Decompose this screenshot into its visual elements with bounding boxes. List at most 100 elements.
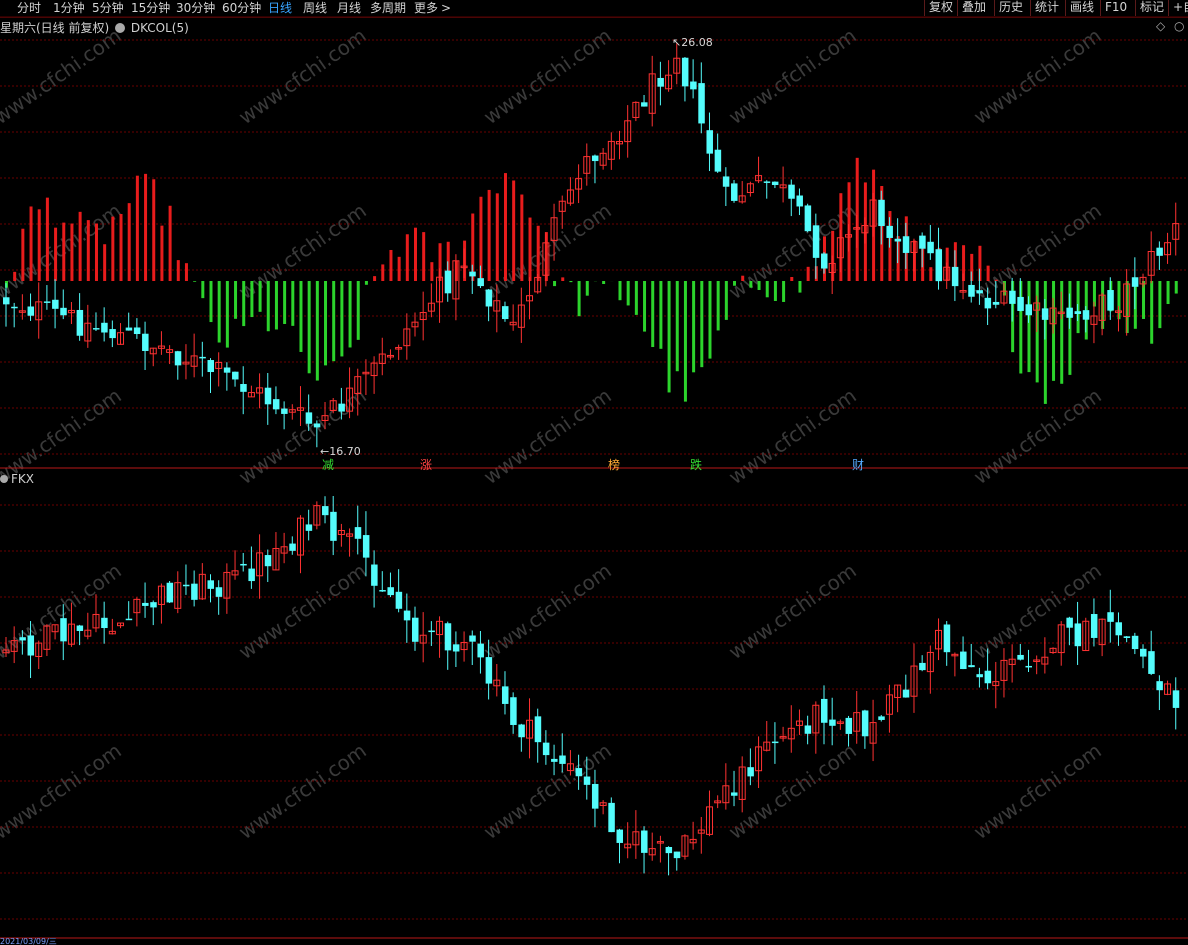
main-candle-body bbox=[305, 412, 313, 424]
fkx-candle-body bbox=[919, 662, 926, 671]
hist-bar-green bbox=[773, 281, 777, 301]
fkx-candle-body bbox=[207, 580, 214, 589]
fkx-candle-body bbox=[518, 724, 525, 738]
main-panel-title: 星期六(日线 前复权) DKCOL(5) bbox=[0, 19, 189, 36]
hist-bar-green bbox=[757, 281, 761, 290]
main-candle-body bbox=[796, 195, 803, 207]
main-candle-body bbox=[992, 301, 1000, 305]
fkx-candle-body bbox=[428, 630, 435, 633]
hist-bar-green bbox=[340, 281, 344, 357]
main-candle-body bbox=[935, 249, 943, 282]
hist-bar-red bbox=[45, 197, 49, 281]
hist-bar-green bbox=[274, 281, 278, 330]
hist-bar-red bbox=[381, 264, 385, 281]
sub-indicator-icon[interactable] bbox=[0, 475, 8, 483]
hist-bar-red bbox=[94, 223, 98, 281]
fkx-candle-body bbox=[878, 716, 885, 720]
hist-bar-red bbox=[414, 227, 417, 281]
event-marker-die[interactable]: 跌 bbox=[690, 456, 702, 473]
hist-bar-green bbox=[234, 281, 238, 319]
main-candle-body bbox=[1017, 296, 1024, 311]
watermark-text: www.cfchi.com bbox=[479, 383, 616, 489]
hist-bar-red bbox=[168, 205, 172, 281]
fkx-candle-body bbox=[330, 511, 337, 541]
main-candle-body bbox=[690, 81, 697, 90]
hist-bar-green bbox=[724, 281, 728, 320]
hist-bar-green bbox=[1027, 281, 1031, 373]
fkx-candle-body bbox=[559, 755, 566, 764]
hist-bar-red bbox=[929, 267, 933, 281]
hist-bar-green bbox=[1150, 281, 1154, 344]
main-candle-body bbox=[313, 423, 321, 428]
main-candle-body bbox=[804, 205, 812, 232]
main-candle-body bbox=[919, 235, 926, 249]
fkx-candle-body bbox=[902, 689, 910, 698]
hist-bar-green bbox=[193, 281, 197, 282]
event-marker-jian[interactable]: 减 bbox=[322, 456, 334, 473]
event-marker-cai[interactable]: 财 bbox=[852, 456, 864, 473]
main-candle-body bbox=[788, 184, 795, 199]
hist-bar-red bbox=[103, 244, 107, 281]
hist-bar-green bbox=[217, 281, 221, 343]
hist-bar-red bbox=[806, 266, 810, 281]
fkx-candle-body bbox=[477, 643, 484, 658]
event-marker-bang[interactable]: 榜 bbox=[608, 456, 620, 473]
hist-bar-green bbox=[266, 281, 270, 332]
bottom-date-label: 2021/03/09/三 bbox=[0, 938, 57, 945]
fkx-candle-body bbox=[469, 635, 476, 642]
hist-bar-red bbox=[119, 214, 123, 281]
main-candle-body bbox=[281, 408, 288, 414]
fkx-candle-body bbox=[240, 563, 247, 566]
fkx-candle-body bbox=[861, 710, 869, 737]
main-candle-body bbox=[1025, 304, 1032, 316]
indicator-name[interactable]: DKCOL(5) bbox=[131, 21, 189, 35]
watermark-text: www.cfchi.com bbox=[969, 383, 1106, 489]
hist-bar-green bbox=[348, 281, 352, 348]
hist-bar-green bbox=[250, 281, 254, 318]
hist-bar-red bbox=[70, 223, 74, 281]
fkx-candle-body bbox=[215, 587, 223, 597]
main-candle-body bbox=[477, 278, 484, 287]
main-candle-body bbox=[142, 333, 149, 351]
hist-bar-red bbox=[389, 249, 393, 281]
hist-bar-green bbox=[1166, 281, 1170, 305]
watermark-text: www.cfchi.com bbox=[0, 738, 126, 844]
main-candle-body bbox=[976, 290, 983, 294]
hist-bar-red bbox=[741, 275, 745, 281]
sub-panel-title: FKX bbox=[0, 472, 34, 486]
hist-bar-green bbox=[643, 281, 647, 332]
watermark-text: www.cfchi.com bbox=[724, 383, 861, 489]
main-candle-body bbox=[771, 181, 779, 186]
hist-bar-green bbox=[209, 281, 213, 323]
indicator-settings-icon[interactable] bbox=[115, 23, 126, 33]
event-marker-zhang[interactable]: 涨 bbox=[420, 456, 432, 473]
watermark-text: www.cfchi.com bbox=[234, 738, 371, 844]
main-candle-body bbox=[1107, 290, 1114, 311]
fkx-candle-body bbox=[1025, 665, 1032, 668]
window-close-icon[interactable]: ○ bbox=[1174, 19, 1184, 33]
hist-bar-red bbox=[21, 228, 25, 281]
fkx-candle-body bbox=[305, 524, 313, 531]
watermark-text: www.cfchi.com bbox=[234, 383, 371, 489]
fkx-candle-body bbox=[534, 716, 542, 743]
watermark-text: www.cfchi.com bbox=[0, 23, 126, 129]
stock-period-title: 星期六(日线 前复权) bbox=[0, 21, 110, 35]
hist-bar-red bbox=[790, 276, 794, 281]
hist-bar-green bbox=[798, 281, 802, 293]
main-candle-body bbox=[731, 183, 738, 201]
fkx-candle-body bbox=[501, 686, 509, 704]
main-candle-body bbox=[902, 236, 910, 253]
hist-bar-green bbox=[364, 281, 368, 285]
hist-bar-red bbox=[986, 265, 990, 281]
main-candle-body bbox=[43, 301, 51, 303]
main-candle-body bbox=[763, 181, 771, 183]
window-restore-icon[interactable]: ◇ bbox=[1156, 19, 1165, 33]
main-candle-body bbox=[223, 367, 231, 373]
fkx-candle-body bbox=[943, 624, 951, 653]
fkx-candle-body bbox=[821, 698, 828, 723]
watermark-text: www.cfchi.com bbox=[969, 23, 1106, 129]
fkx-candle-body bbox=[616, 829, 623, 843]
kline-chart[interactable]: www.cfchi.com www.cfchi.com www.cfchi.com w… bbox=[0, 0, 1188, 945]
hist-bar-red bbox=[405, 234, 409, 281]
fkx-candle-body bbox=[387, 587, 394, 596]
